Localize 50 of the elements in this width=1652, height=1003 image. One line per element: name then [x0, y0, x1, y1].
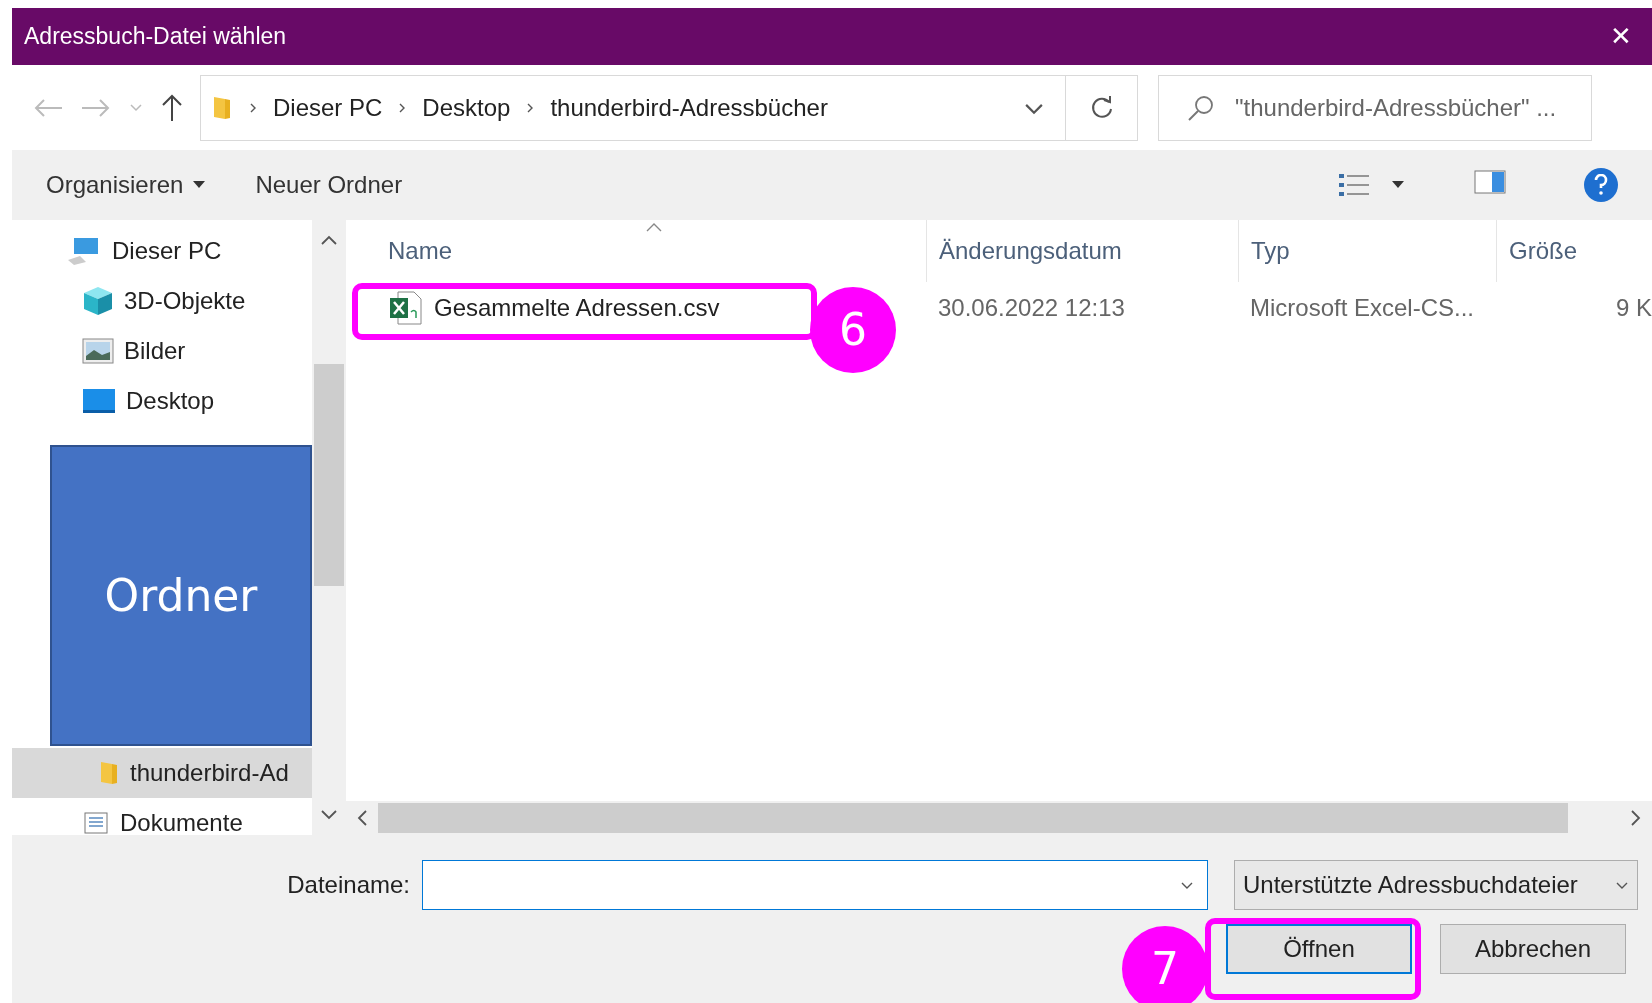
- help-button[interactable]: [1584, 168, 1618, 202]
- folder-icon: [211, 94, 233, 121]
- scroll-up-icon: [320, 234, 338, 246]
- preview-pane-icon: [1474, 169, 1506, 194]
- nav-item[interactable]: Bilder: [12, 326, 312, 376]
- up-arrow-icon: [160, 92, 184, 123]
- column-header[interactable]: Name: [360, 220, 926, 282]
- caret-icon: [1392, 181, 1404, 189]
- nav-item[interactable]: Desktop: [12, 376, 312, 426]
- scroll-down-icon: [320, 809, 338, 821]
- file-name[interactable]: Gesammelte Adressen.csv: [434, 290, 720, 326]
- breadcrumb[interactable]: Desktop: [422, 89, 511, 126]
- caret-icon: [193, 181, 206, 189]
- scroll-right-icon: [1630, 809, 1642, 827]
- column-header[interactable]: Größe: [1496, 220, 1652, 282]
- new-folder-button[interactable]: Neuer Ordner: [255, 167, 403, 203]
- folder-icon: [98, 760, 120, 786]
- details-view-icon: [1338, 172, 1370, 198]
- close-button[interactable]: ✕: [1602, 17, 1640, 56]
- pictures-icon: [82, 338, 114, 364]
- caret-icon: [128, 101, 144, 114]
- window-title: Adressbuch-Datei wählen: [24, 22, 287, 52]
- breadcrumb[interactable]: thunderbird-Adressbücher: [550, 89, 828, 126]
- dialog-button[interactable]: Öffnen: [1226, 924, 1412, 974]
- column-header[interactable]: Typ: [1238, 220, 1496, 282]
- type-cell-text: Microsoft Excel-CS...: [1249, 293, 1476, 323]
- organize-menu-button[interactable]: Organisieren: [46, 167, 206, 203]
- column-header[interactable]: Änderungsdatum: [926, 220, 1238, 282]
- cube-icon: [82, 285, 114, 317]
- file-name-label: Dateiname:: [287, 870, 410, 900]
- address-bar[interactable]: Dieser PC Desktop thunderbird-Adressbücher: [200, 74, 1138, 141]
- nav-item[interactable]: Dieser PC: [12, 226, 312, 276]
- horizontal-scrollbar[interactable]: [346, 801, 1652, 835]
- file-type-dropdown[interactable]: Unterstützte Adressbuchdateier: [1234, 860, 1638, 910]
- view-options-button[interactable]: [1338, 172, 1404, 198]
- date-cell-text: 30.06.2022 12:13: [937, 293, 1126, 323]
- search-field[interactable]: "thunderbird-Adressbücher" ...: [1158, 74, 1592, 141]
- nav-item[interactable]: thunderbird-Ad: [12, 748, 312, 798]
- nav-item[interactable]: 3D-Objekte: [12, 276, 312, 326]
- file-name-field[interactable]: [422, 860, 1208, 910]
- nav-item[interactable]: Dokumente: [12, 798, 312, 835]
- question-mark-icon: [1593, 174, 1609, 196]
- callout-label: Ordner: [104, 568, 258, 623]
- scroll-left-icon: [356, 809, 368, 827]
- dialog-button[interactable]: Abbrechen: [1440, 924, 1626, 974]
- desktop-icon: [82, 388, 116, 414]
- spreadsheet-file-icon: [388, 290, 424, 326]
- sort-ascending-icon: [646, 222, 662, 232]
- breadcrumb[interactable]: Dieser PC: [273, 89, 383, 126]
- size-cell-text: 9 K: [1614, 293, 1652, 323]
